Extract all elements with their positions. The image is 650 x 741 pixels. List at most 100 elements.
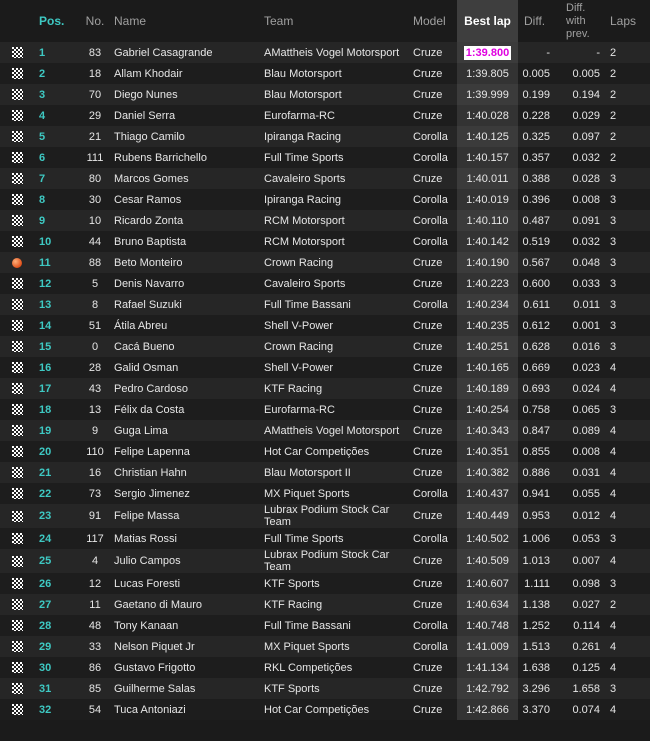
team-name: KTF Sports	[262, 573, 411, 594]
position: 19	[34, 420, 78, 441]
table-row[interactable]: 17 43 Pedro Cardoso KTF Racing Cruze 1:40.189…	[0, 378, 650, 399]
status-cell	[0, 462, 34, 483]
table-row[interactable]: 21 16 Christian Hahn Blau Motorsport II Cruz…	[0, 462, 650, 483]
gap-to-leader: 0.693	[518, 378, 562, 399]
table-row[interactable]: 14 51 Átila Abreu Shell V-Power Cruze 1:40.23…	[0, 315, 650, 336]
driver-name: Beto Monteiro	[112, 252, 262, 273]
gap-to-previous: 0.097	[562, 126, 606, 147]
table-row[interactable]: 4 29 Daniel Serra Eurofarma-RC Cruze 1:40.028…	[0, 105, 650, 126]
best-lap: 1:40.437	[457, 483, 518, 504]
best-lap-time: 1:42.866	[466, 703, 509, 716]
table-row[interactable]: 24 117 Matias Rossi Full Time Sports Corolla…	[0, 528, 650, 549]
best-lap: 1:40.607	[457, 573, 518, 594]
gap-to-previous: 0.053	[562, 528, 606, 549]
table-row[interactable]: 1 83 Gabriel Casagrande AMattheis Vogel Mot…	[0, 42, 650, 63]
table-row[interactable]: 9 10 Ricardo Zonta RCM Motorsport Corolla 1:4…	[0, 210, 650, 231]
team-label: Full Time Sports	[264, 532, 344, 545]
table-row[interactable]: 27 11 Gaetano di Mauro KTF Racing Cruze 1:40.…	[0, 594, 650, 615]
status-cell	[0, 315, 34, 336]
checkered-flag-icon	[11, 641, 23, 653]
table-row[interactable]: 3 70 Diego Nunes Blau Motorsport Cruze 1:39.9…	[0, 84, 650, 105]
table-row[interactable]: 19 9 Guga Lima AMattheis Vogel Motorsport Cr…	[0, 420, 650, 441]
table-row[interactable]: 31 85 Guilherme Salas KTF Sports Cruze 1:42.7…	[0, 678, 650, 699]
car-number: 10	[78, 210, 112, 231]
table-row[interactable]: 5 21 Thiago Camilo Ipiranga Racing Corolla 1:…	[0, 126, 650, 147]
table-row[interactable]: 2 18 Allam Khodair Blau Motorsport Cruze 1:39…	[0, 63, 650, 84]
table-row[interactable]: 11 88 Beto Monteiro Crown Racing Cruze 1:40.1…	[0, 252, 650, 273]
table-row[interactable]: 30 86 Gustavo Frigotto RKL Competições Cruze…	[0, 657, 650, 678]
driver-name: Denis Navarro	[112, 273, 262, 294]
table-row[interactable]: 23 91 Felipe Massa Lubrax Podium Stock Car …	[0, 504, 650, 528]
position: 31	[34, 678, 78, 699]
car-number: 21	[78, 126, 112, 147]
table-row[interactable]: 12 5 Denis Navarro Cavaleiro Sports Cruze 1:4…	[0, 273, 650, 294]
table-row[interactable]: 20 110 Felipe Lapenna Hot Car Competições Cr…	[0, 441, 650, 462]
table-row[interactable]: 22 73 Sergio Jimenez MX Piquet Sports Coroll…	[0, 483, 650, 504]
best-lap-time: 1:40.509	[466, 555, 509, 567]
gap-to-previous: 0.033	[562, 273, 606, 294]
best-lap: 1:40.190	[457, 252, 518, 273]
best-lap: 1:42.792	[457, 678, 518, 699]
table-row[interactable]: 32 54 Tuca Antoniazi Hot Car Competições Cru…	[0, 699, 650, 720]
team-label: Lubrax Podium Stock Car Team	[264, 504, 390, 528]
position: 2	[34, 63, 78, 84]
header-diff[interactable]: Diff.	[518, 0, 562, 42]
checkered-flag-icon	[11, 620, 23, 632]
team-label: RCM Motorsport	[264, 235, 345, 248]
best-lap-time: 1:40.028	[466, 109, 509, 122]
table-row[interactable]: 18 13 Félix da Costa Eurofarma-RC Cruze 1:40.…	[0, 399, 650, 420]
status-cell	[0, 273, 34, 294]
gap-to-leader: 0.611	[518, 294, 562, 315]
team-name: Eurofarma-RC	[262, 105, 411, 126]
gap-to-leader: 3.370	[518, 699, 562, 720]
lap-count: 3	[606, 678, 650, 699]
header-laps[interactable]: Laps	[606, 0, 650, 42]
best-lap-time: 1:40.223	[466, 277, 509, 290]
team-label: Shell V-Power	[264, 361, 334, 374]
best-lap-time: 1:40.019	[466, 193, 509, 206]
gap-to-previous: 0.029	[562, 105, 606, 126]
team-label: KTF Sports	[264, 577, 320, 590]
gap-to-leader: -	[518, 42, 562, 63]
gap-to-leader: 1.006	[518, 528, 562, 549]
best-lap: 1:40.157	[457, 147, 518, 168]
table-row[interactable]: 16 28 Galid Osman Shell V-Power Cruze 1:40.16…	[0, 357, 650, 378]
checkered-flag-icon	[11, 383, 23, 395]
table-row[interactable]: 15 0 Cacá Bueno Crown Racing Cruze 1:40.251 0.…	[0, 336, 650, 357]
position: 25	[34, 549, 78, 573]
car-model: Cruze	[411, 315, 457, 336]
team-name: AMattheis Vogel Motorsport	[262, 420, 411, 441]
header-model[interactable]: Model	[411, 0, 457, 42]
table-row[interactable]: 10 44 Bruno Baptista RCM Motorsport Corolla 1…	[0, 231, 650, 252]
position: 11	[34, 252, 78, 273]
header-best-lap[interactable]: Best lap	[457, 0, 518, 42]
header-no[interactable]: No.	[78, 0, 112, 42]
team-name: Blau Motorsport II	[262, 462, 411, 483]
gap-to-leader: 0.847	[518, 420, 562, 441]
table-row[interactable]: 6 111 Rubens Barrichello Full Time Sports Co…	[0, 147, 650, 168]
car-model: Cruze	[411, 336, 457, 357]
table-row[interactable]: 28 48 Tony Kanaan Full Time Bassani Corolla 1…	[0, 615, 650, 636]
header-pos[interactable]: Pos.	[34, 0, 78, 42]
table-row[interactable]: 26 12 Lucas Foresti KTF Sports Cruze 1:40.607…	[0, 573, 650, 594]
header-diff-prev[interactable]: Diff. with prev.	[562, 0, 606, 42]
status-cell	[0, 678, 34, 699]
table-row[interactable]: 13 8 Rafael Suzuki Full Time Bassani Corolla…	[0, 294, 650, 315]
team-label: Cavaleiro Sports	[264, 172, 346, 185]
team-label: MX Piquet Sports	[264, 640, 350, 653]
table-row[interactable]: 7 80 Marcos Gomes Cavaleiro Sports Cruze 1:40…	[0, 168, 650, 189]
table-row[interactable]: 8 30 Cesar Ramos Ipiranga Racing Corolla 1:40…	[0, 189, 650, 210]
position: 29	[34, 636, 78, 657]
gap-to-previous: 0.011	[562, 294, 606, 315]
team-label: Blau Motorsport	[264, 67, 342, 80]
team-label: Shell V-Power	[264, 319, 334, 332]
status-cell	[0, 441, 34, 462]
header-name[interactable]: Name	[112, 0, 262, 42]
checkered-flag-icon	[11, 341, 23, 353]
table-row[interactable]: 29 33 Nelson Piquet Jr MX Piquet Sports Coro…	[0, 636, 650, 657]
lap-count: 2	[606, 105, 650, 126]
header-team[interactable]: Team	[262, 0, 411, 42]
table-row[interactable]: 25 4 Julio Campos Lubrax Podium Stock Car T…	[0, 549, 650, 573]
best-lap-time: 1:41.009	[466, 640, 509, 653]
gap-to-leader: 1.111	[518, 573, 562, 594]
